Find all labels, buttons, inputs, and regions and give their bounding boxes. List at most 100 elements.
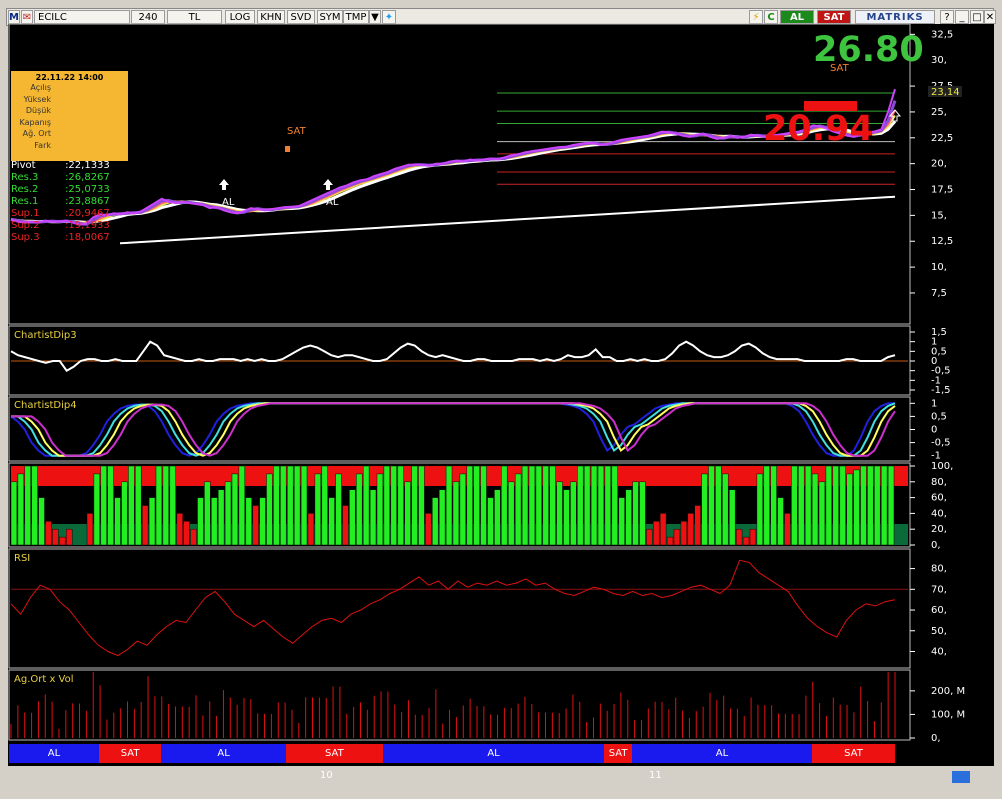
bar — [24, 465, 31, 546]
pivot-value: :19,1933 — [65, 220, 110, 231]
dip3-tick-label: -1,5 — [931, 385, 951, 396]
bar — [653, 521, 660, 546]
bar — [307, 513, 315, 546]
bar — [501, 465, 508, 546]
bar — [335, 473, 342, 546]
bar — [487, 497, 494, 546]
bar — [328, 497, 335, 546]
dip3-title: ChartistDip3 — [14, 330, 77, 341]
bar — [100, 465, 107, 546]
info-diff-label: Fark — [34, 140, 51, 150]
bar — [777, 497, 784, 546]
bar — [597, 465, 605, 546]
bar — [135, 465, 142, 546]
bars-tick-label: 60, — [931, 493, 947, 504]
bar — [231, 473, 239, 546]
bar — [293, 465, 301, 546]
bar — [121, 481, 128, 546]
rsi-tick-label: 40, — [931, 646, 947, 657]
info-open-label: Açılış — [30, 83, 51, 92]
bar — [742, 536, 750, 546]
bar — [183, 521, 190, 546]
bar — [438, 489, 446, 546]
bar — [811, 473, 819, 546]
price-tick-label: 32,5 — [931, 29, 953, 40]
bar — [390, 465, 397, 546]
price-tick-label: 25, — [931, 107, 947, 118]
bar — [880, 465, 888, 546]
bar — [245, 497, 252, 546]
bar — [314, 473, 322, 546]
bar — [107, 465, 114, 546]
scroll-icon[interactable] — [952, 771, 970, 783]
bar — [832, 465, 839, 546]
bar — [514, 473, 522, 546]
price-tick-label: 17,5 — [931, 185, 953, 196]
bar — [570, 481, 577, 546]
bar — [708, 465, 715, 546]
x-label-10: 10 — [320, 770, 333, 781]
bar — [369, 489, 377, 546]
bar — [494, 489, 501, 546]
bar — [556, 481, 563, 546]
bar — [659, 513, 667, 546]
bar — [141, 505, 149, 546]
pivot-label: Sup.3 — [11, 232, 40, 243]
bar — [52, 528, 59, 546]
bar — [321, 465, 328, 546]
bar — [563, 489, 570, 546]
bar — [528, 465, 536, 546]
bar — [666, 536, 674, 546]
signal-segment: AL — [9, 744, 99, 763]
al-annotation-2: AL — [326, 197, 339, 208]
bar — [694, 505, 701, 546]
big-high-value: 26.80 — [813, 30, 924, 70]
signal-segment: SAT — [811, 744, 895, 763]
bar — [211, 497, 218, 546]
bar — [701, 473, 708, 546]
bar — [791, 465, 798, 546]
bar — [756, 473, 764, 546]
price-tick-label: 12,5 — [931, 236, 953, 247]
bar — [86, 513, 94, 546]
pivot-row: Sup.1:20,9467 — [11, 208, 121, 220]
price-tick-label: 15, — [931, 210, 947, 221]
bar — [10, 481, 18, 546]
bar — [197, 497, 204, 546]
bar — [722, 473, 729, 546]
bar — [508, 481, 515, 546]
bar — [31, 465, 38, 546]
bar — [204, 481, 211, 546]
volume-tick-label: 0, — [931, 733, 941, 744]
bar — [376, 473, 384, 546]
bar — [287, 465, 294, 546]
bar — [625, 489, 632, 546]
bar — [300, 465, 308, 546]
bars-tick-label: 100, — [931, 461, 953, 472]
bar — [784, 513, 791, 546]
bar — [770, 465, 777, 546]
pivot-label: Res.3 — [11, 172, 39, 183]
bar — [59, 536, 66, 546]
signal-segment: SAT — [604, 744, 632, 763]
bar — [266, 473, 273, 546]
bar — [618, 497, 625, 546]
ohlc-info-box: 22.11.22 14:00 Açılış Yüksek Düşük Kapan… — [11, 71, 128, 161]
price-tick-label: 20, — [931, 159, 947, 170]
bar — [818, 481, 826, 546]
bar — [839, 465, 846, 546]
bar — [763, 465, 770, 546]
signal-segment: SAT — [98, 744, 162, 763]
bar — [729, 489, 736, 546]
sat-annotation-1: SAT — [287, 126, 307, 137]
pivot-label: Res.1 — [11, 196, 39, 207]
bars-tick-label: 0, — [931, 540, 941, 551]
bar — [425, 513, 432, 546]
dip4-tick-label: 0 — [931, 425, 937, 436]
bar — [466, 465, 473, 546]
bar — [17, 473, 25, 546]
bar — [404, 481, 411, 546]
bar — [604, 465, 612, 546]
bar — [93, 473, 101, 546]
bar — [804, 465, 812, 546]
